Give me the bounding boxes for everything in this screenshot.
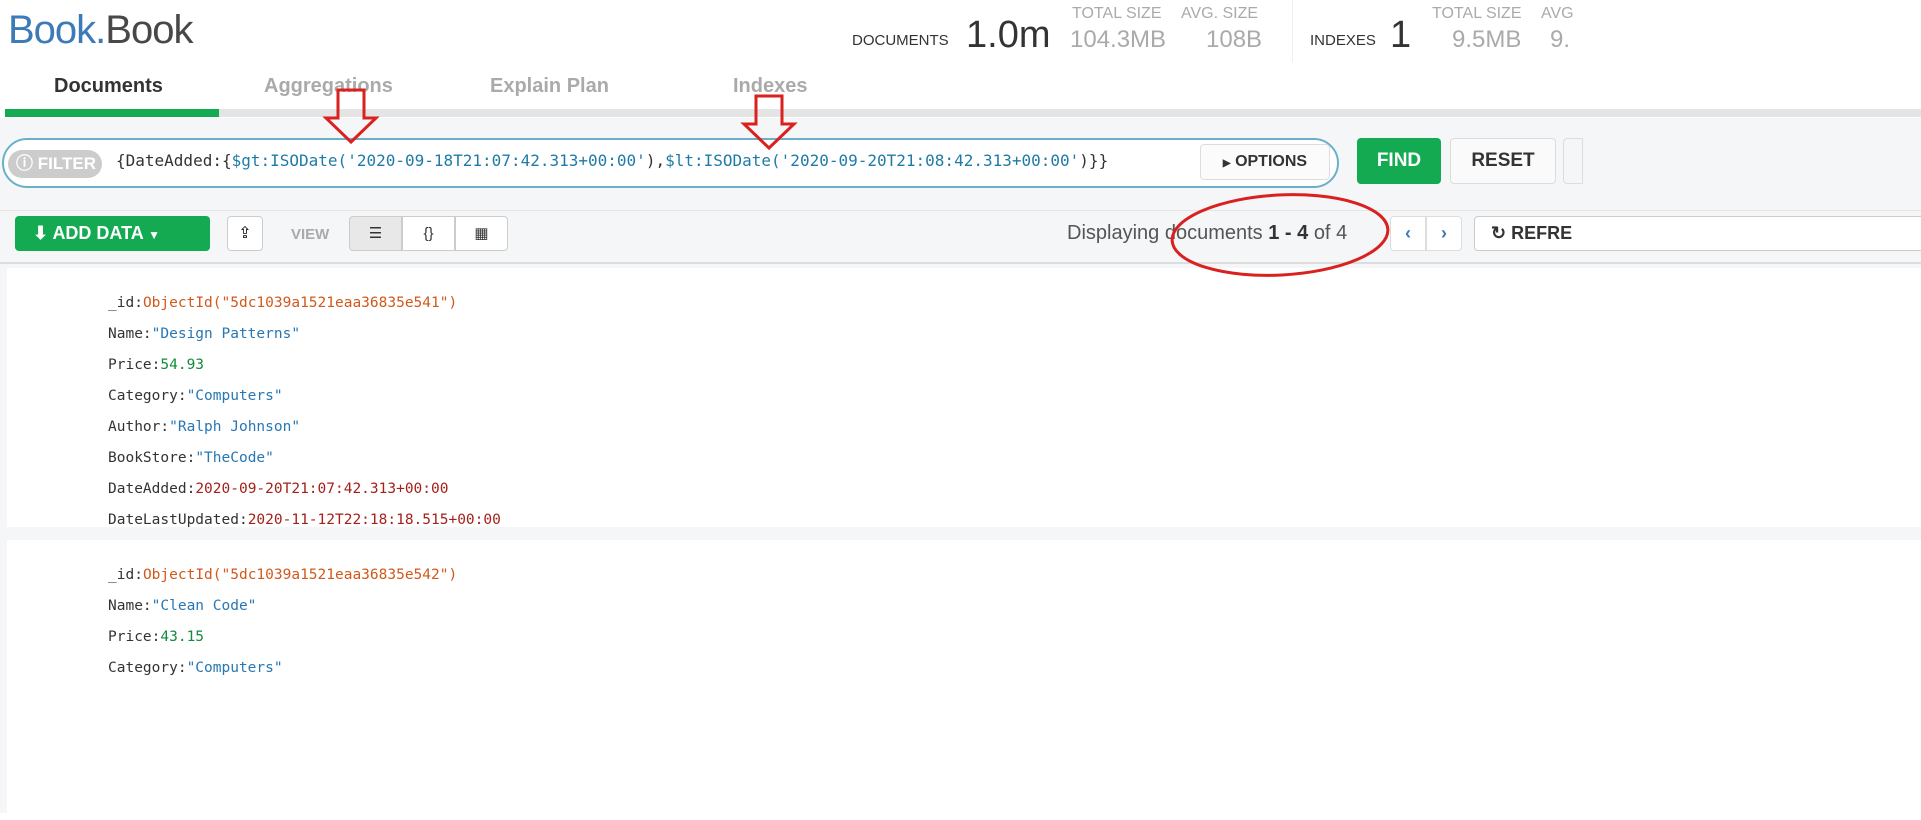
red-arrow-icon: [322, 88, 380, 145]
annotation-overlay: [322, 88, 1390, 277]
red-circle-highlight: [1170, 193, 1390, 277]
red-arrow-icon: [740, 94, 798, 151]
